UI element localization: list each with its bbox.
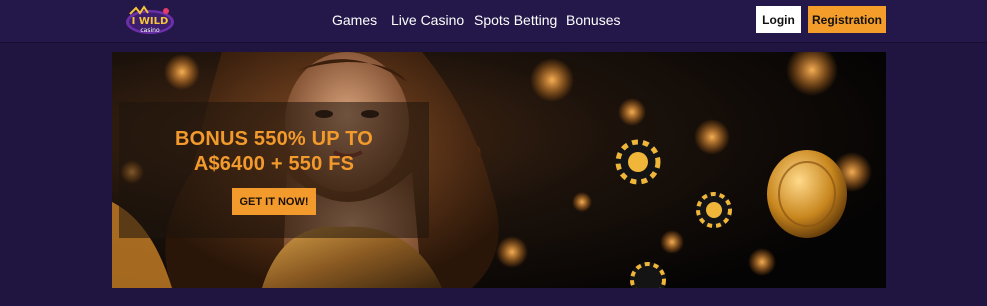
promo-line-1: BONUS 550% UP TO <box>174 128 374 150</box>
logo-text: I WILD <box>132 16 169 27</box>
hero-banner[interactable]: BONUS 550% UP TO A$6400 + 550 FS GET IT … <box>112 52 886 288</box>
get-it-now-button[interactable]: GET IT NOW! <box>232 188 316 215</box>
promo-line-2: A$6400 + 550 FS <box>193 153 355 175</box>
login-button[interactable]: Login <box>756 6 801 33</box>
nav-item-spots-betting[interactable]: Spots Betting <box>474 12 557 28</box>
logo[interactable]: I WILD casino <box>124 4 176 36</box>
site-header: I WILD casino Games Live Casino Spots Be… <box>0 0 987 42</box>
nav-item-live-casino[interactable]: Live Casino <box>391 12 464 28</box>
nav-item-bonuses[interactable]: Bonuses <box>566 12 620 28</box>
promo-panel: BONUS 550% UP TO A$6400 + 550 FS GET IT … <box>119 102 429 238</box>
logo-subtext: casino <box>140 27 160 34</box>
registration-button[interactable]: Registration <box>808 6 886 33</box>
page-background-strip <box>0 288 987 306</box>
promo-headline: BONUS 550% UP TO A$6400 + 550 FS <box>119 127 429 177</box>
nav-item-games[interactable]: Games <box>332 12 377 28</box>
